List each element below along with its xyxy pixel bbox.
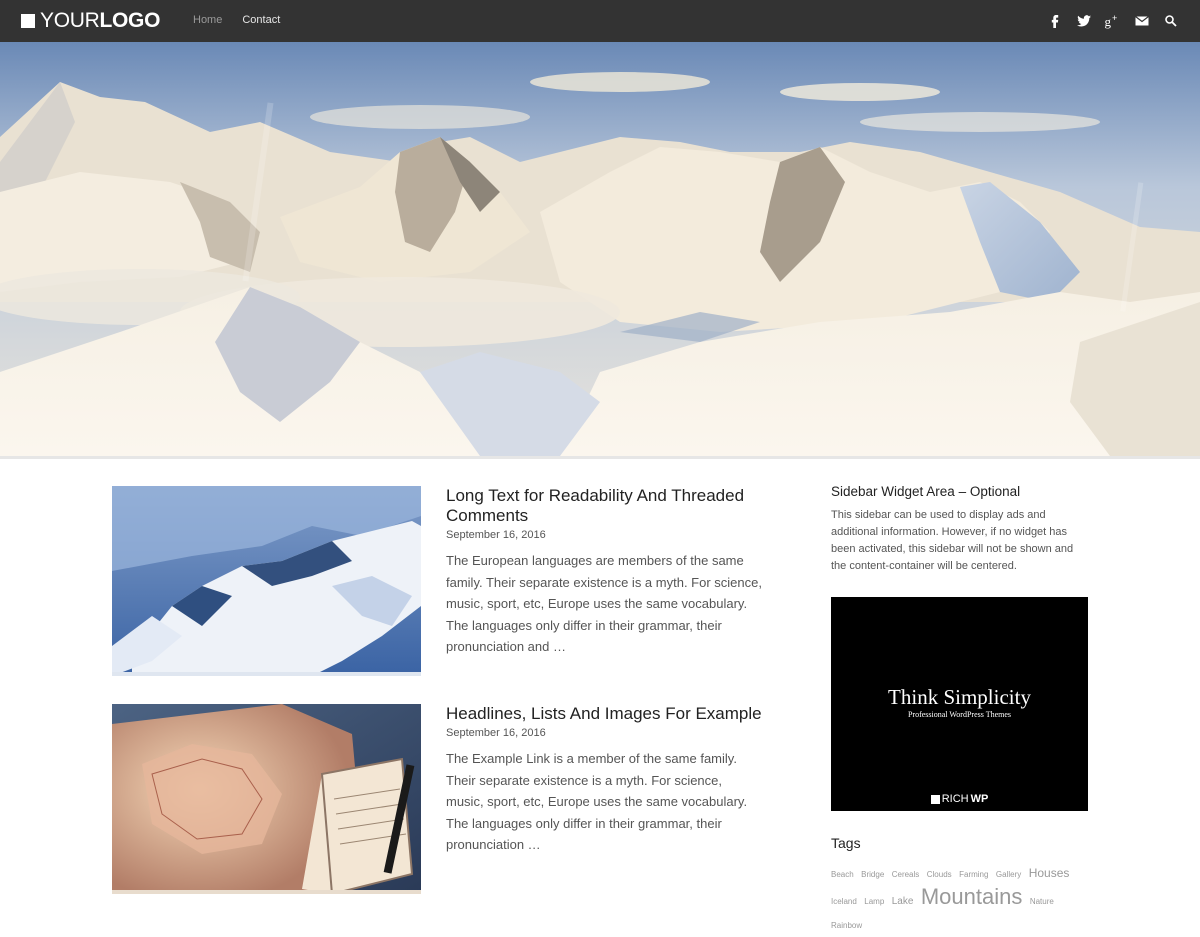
tag-link[interactable]: Bridge <box>861 870 884 879</box>
tag-link[interactable]: Lake <box>892 896 914 907</box>
tag-link[interactable]: Clouds <box>927 870 952 879</box>
tag-link[interactable]: Farming <box>959 870 988 879</box>
tag-link[interactable]: Beach <box>831 870 854 879</box>
email-icon[interactable] <box>1133 12 1151 30</box>
google-plus-icon[interactable]: g + <box>1104 12 1122 30</box>
social-icons: g + <box>1046 12 1180 30</box>
tag-link[interactable]: Cereals <box>892 870 920 879</box>
logo-text-bold: LOGO <box>99 9 161 32</box>
tag-link[interactable]: Iceland <box>831 897 857 906</box>
top-navigation-bar: YOURLOGO Home Contact g + <box>0 0 1200 42</box>
logo-text-light: YOUR <box>40 9 100 32</box>
map-notebook-image <box>112 704 421 894</box>
tags-title: Tags <box>831 835 861 851</box>
post-excerpt: The European languages are members of th… <box>446 553 762 655</box>
post-excerpt: The Example Link is a member of the same… <box>446 751 748 853</box>
post-thumbnail[interactable] <box>112 486 421 676</box>
nav-home-link[interactable]: Home <box>193 14 222 26</box>
ad-title: Think Simplicity <box>888 685 1031 709</box>
search-icon[interactable] <box>1162 12 1180 30</box>
main-menu: Home Contact <box>193 14 280 26</box>
hero-image <box>0 42 1200 456</box>
ad-brand: RICH WP <box>831 793 1088 805</box>
nav-contact-link[interactable]: Contact <box>242 14 280 26</box>
logo-square-icon <box>21 14 35 28</box>
post-body: Long Text for Readability And Threaded C… <box>446 486 762 658</box>
ad-brand-light: RICH <box>941 793 969 805</box>
widget-title: Sidebar Widget Area – Optional <box>831 484 1021 499</box>
post-title[interactable]: Headlines, Lists And Images For Example <box>446 704 762 724</box>
tag-link[interactable]: Rainbow <box>831 921 862 930</box>
ad-subtitle: Professional WordPress Themes <box>907 710 1012 719</box>
post-date: September 16, 2016 <box>446 529 546 541</box>
post-thumbnail[interactable] <box>112 704 421 894</box>
advertisement-banner[interactable]: Think Simplicity Professional WordPress … <box>831 597 1088 811</box>
tag-link[interactable]: Houses <box>1029 866 1070 880</box>
svg-text:+: + <box>1112 13 1117 23</box>
tag-link[interactable]: Nature <box>1030 897 1054 906</box>
hero-divider <box>0 456 1200 459</box>
brand-square-icon <box>930 794 940 804</box>
snowy-ridge-image <box>112 486 421 676</box>
svg-text:g: g <box>1105 14 1112 29</box>
sidebar: Sidebar Widget Area – Optional This side… <box>831 484 1088 930</box>
site-logo[interactable]: YOURLOGO <box>21 9 160 33</box>
tag-link[interactable]: Lamp <box>864 897 884 906</box>
ad-brand-bold: WP <box>970 793 989 805</box>
twitter-icon[interactable] <box>1075 12 1093 30</box>
post-date: September 16, 2016 <box>446 727 546 739</box>
snowy-mountains-illustration <box>0 42 1200 456</box>
tag-link[interactable]: Mountains <box>921 884 1023 909</box>
tag-link[interactable]: Gallery <box>996 870 1021 879</box>
post-body: Headlines, Lists And Images For Example … <box>446 704 762 856</box>
facebook-icon[interactable] <box>1046 12 1064 30</box>
widget-text: This sidebar can be used to display ads … <box>831 509 1074 572</box>
post-title[interactable]: Long Text for Readability And Threaded C… <box>446 486 762 526</box>
